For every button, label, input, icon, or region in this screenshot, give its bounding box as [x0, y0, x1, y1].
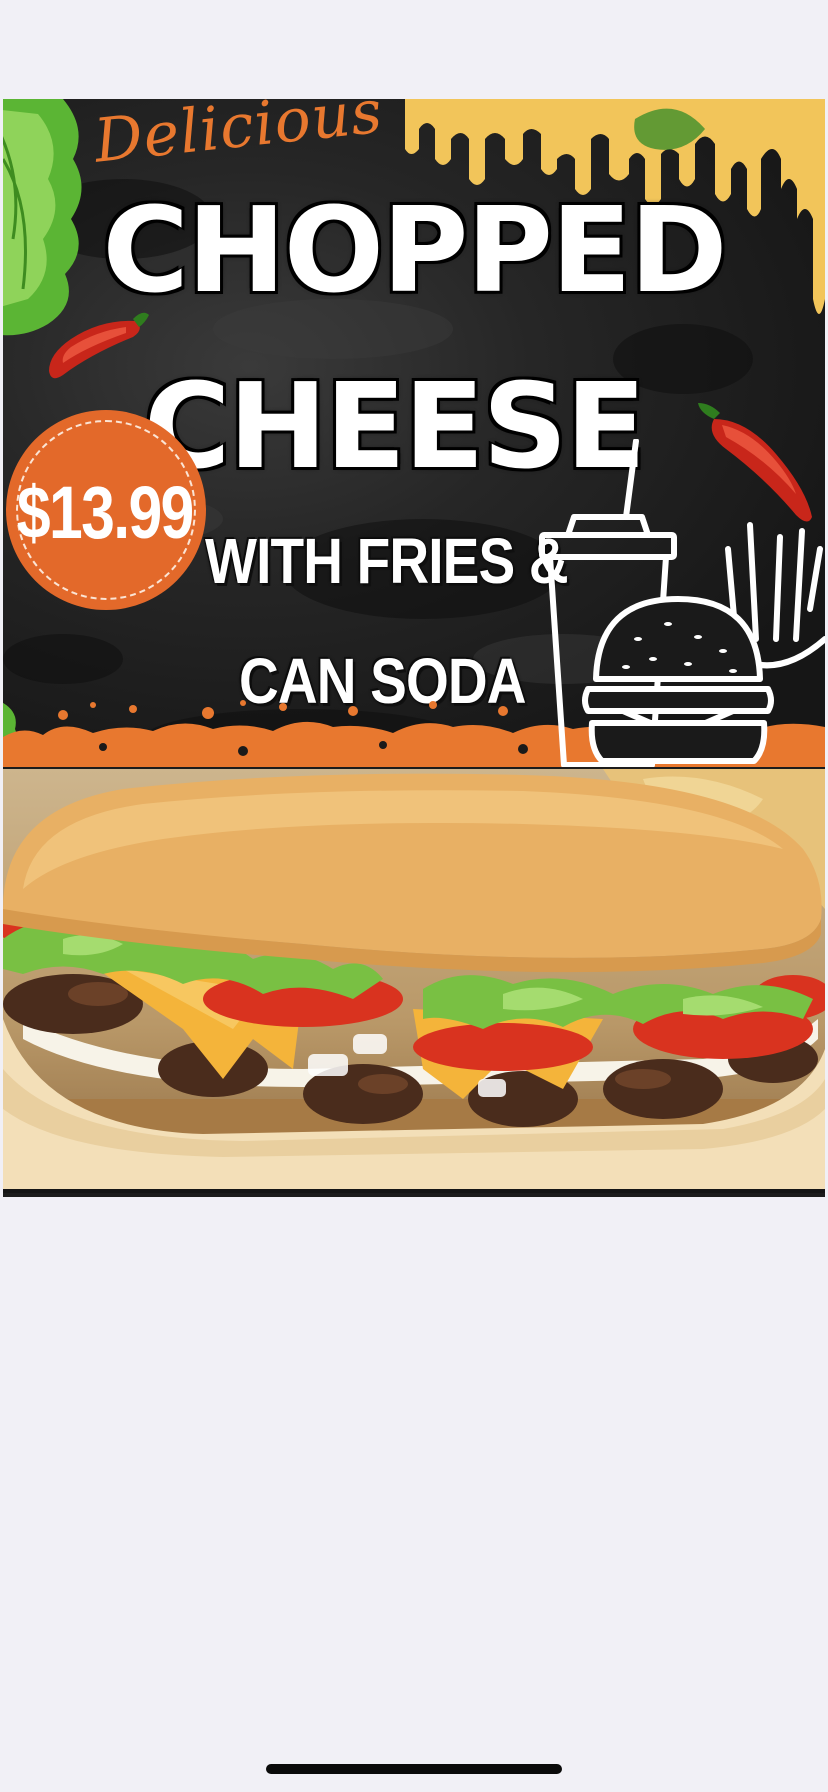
- title-line-1: CHOPPED: [102, 181, 727, 319]
- promo-flyer[interactable]: Delicious CHOPPED CHEESE $13.99 WITH FRI…: [3, 99, 825, 1197]
- home-indicator[interactable]: [266, 1764, 562, 1774]
- photo-bottom-border: [3, 1189, 825, 1193]
- screen: Delicious CHOPPED CHEESE $13.99 WITH FRI…: [0, 0, 828, 1792]
- combo-line-1: WITH FRIES &: [205, 525, 569, 597]
- burger-icon: [582, 596, 774, 764]
- price-label: $13.99: [16, 471, 194, 554]
- price-badge: $13.99: [6, 410, 206, 610]
- sandwich-photo: [3, 769, 825, 1193]
- straw-icon: [623, 439, 639, 520]
- flyer-banner: Delicious CHOPPED CHEESE $13.99 WITH FRI…: [3, 99, 825, 767]
- chopped-cheese-sandwich-image: [3, 769, 825, 1193]
- meal-combo-icon: [539, 439, 825, 767]
